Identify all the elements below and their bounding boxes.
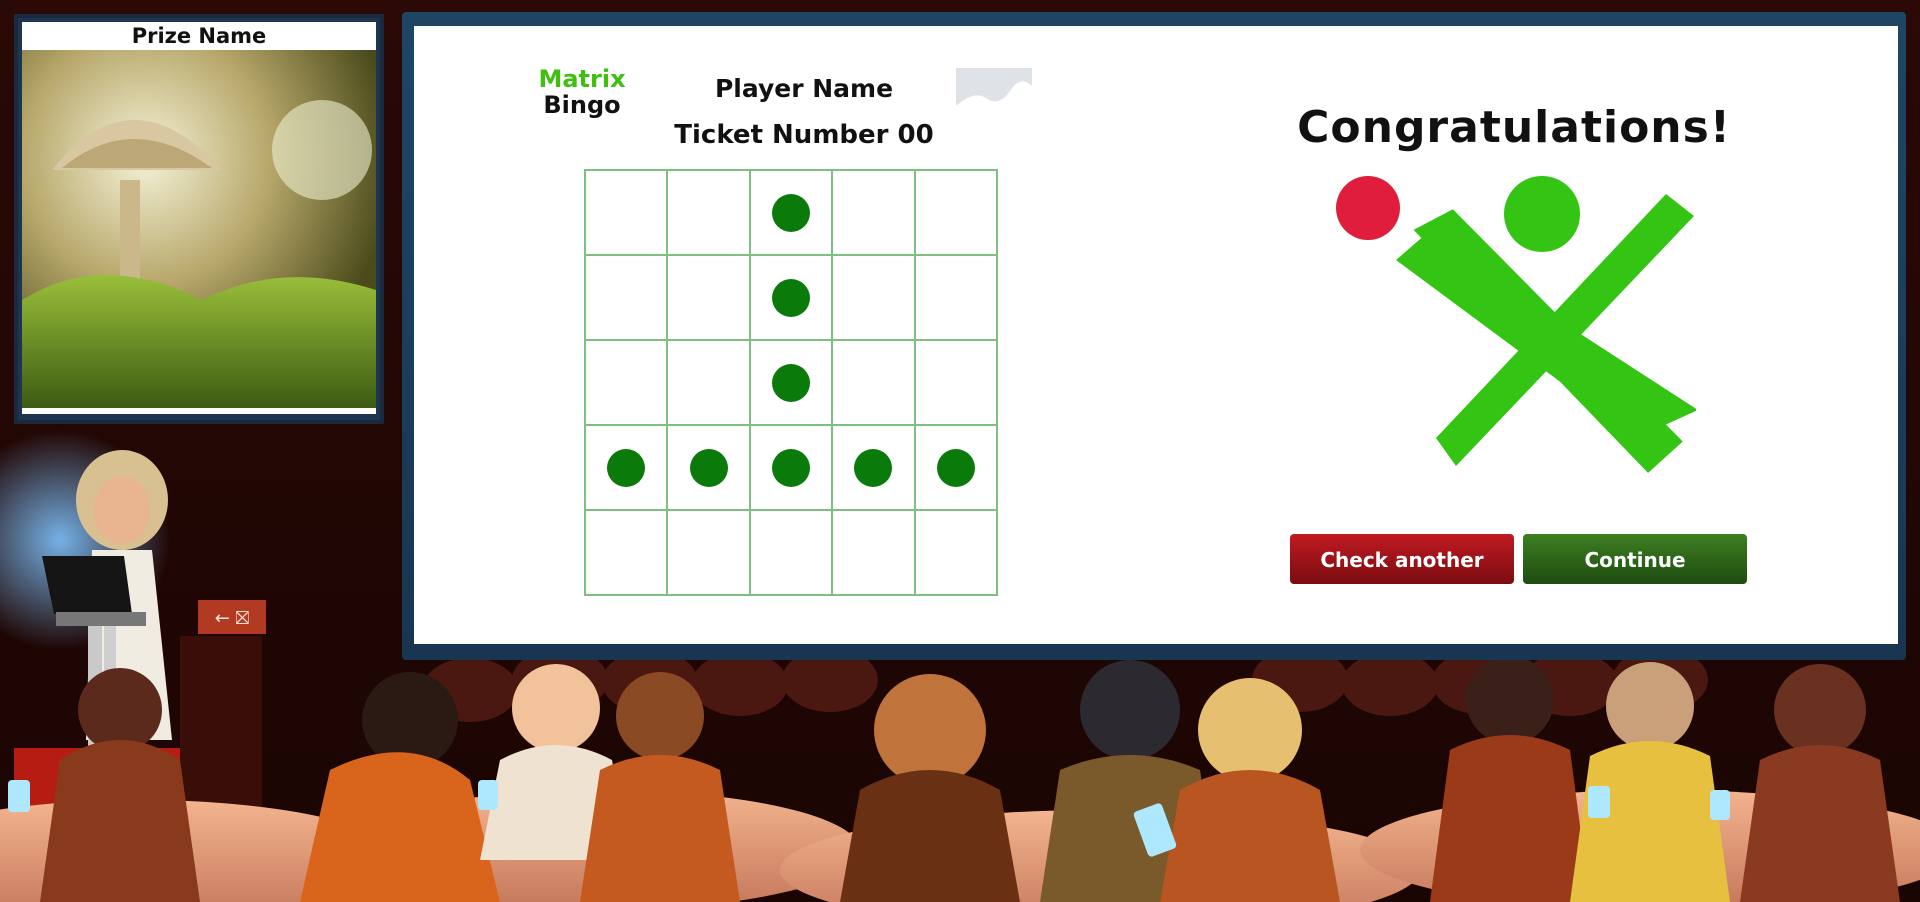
logo-line-1: Matrix	[538, 65, 626, 93]
bingo-cell	[914, 255, 997, 340]
bingo-cell	[667, 255, 750, 340]
bingo-cell	[667, 425, 750, 510]
bingo-cell	[749, 340, 833, 425]
matrix-bingo-logo: Matrix Bingo	[532, 66, 632, 118]
bingo-cell	[585, 170, 668, 255]
bingo-cell	[667, 170, 750, 255]
bingo-cell	[749, 510, 833, 595]
image-placeholder-icon	[956, 68, 1032, 120]
bingo-cell	[914, 425, 997, 510]
logo-line-2: Bingo	[543, 91, 621, 119]
marked-dot	[607, 448, 646, 487]
bingo-cell	[749, 255, 833, 340]
marked-dot	[771, 278, 810, 317]
bingo-cell	[832, 425, 915, 510]
bingo-cell	[749, 425, 833, 510]
marked-dot	[771, 193, 810, 232]
bingo-ticket-grid	[584, 169, 998, 596]
bingo-cell	[585, 340, 668, 425]
congratulations-heading: Congratulations!	[1297, 102, 1731, 153]
player-name: Player Name	[714, 74, 894, 103]
marked-dot	[854, 448, 893, 487]
bingo-cell	[585, 510, 668, 595]
continue-button[interactable]: Continue	[1523, 534, 1747, 584]
prize-divider	[22, 408, 376, 414]
result-screen: Matrix Bingo Player Name Ticket Number 0…	[414, 26, 1898, 644]
bingo-cell	[832, 255, 915, 340]
bingo-cell	[749, 170, 833, 255]
prize-title: Prize Name	[22, 22, 376, 50]
marked-dot	[771, 363, 810, 402]
bingo-cell	[832, 510, 915, 595]
marked-dot	[689, 448, 728, 487]
check-another-button[interactable]: Check another	[1290, 534, 1514, 584]
ticket-number: Ticket Number 00	[674, 120, 934, 150]
marked-dot	[936, 448, 975, 487]
bingo-cell	[667, 510, 750, 595]
bingo-cell	[667, 340, 750, 425]
bingo-cell	[914, 340, 997, 425]
matrix-bingo-mark-icon	[1336, 176, 1696, 473]
svg-text:← ⛝: ← ⛝	[215, 608, 250, 629]
bingo-cell	[832, 340, 915, 425]
prize-panel: Prize Name	[14, 14, 384, 424]
bingo-cell	[585, 425, 668, 510]
marked-dot	[771, 448, 810, 487]
bingo-cell	[914, 170, 997, 255]
prize-image	[22, 50, 376, 410]
bingo-cell	[914, 510, 997, 595]
bingo-cell	[832, 170, 915, 255]
bingo-cell	[585, 255, 668, 340]
